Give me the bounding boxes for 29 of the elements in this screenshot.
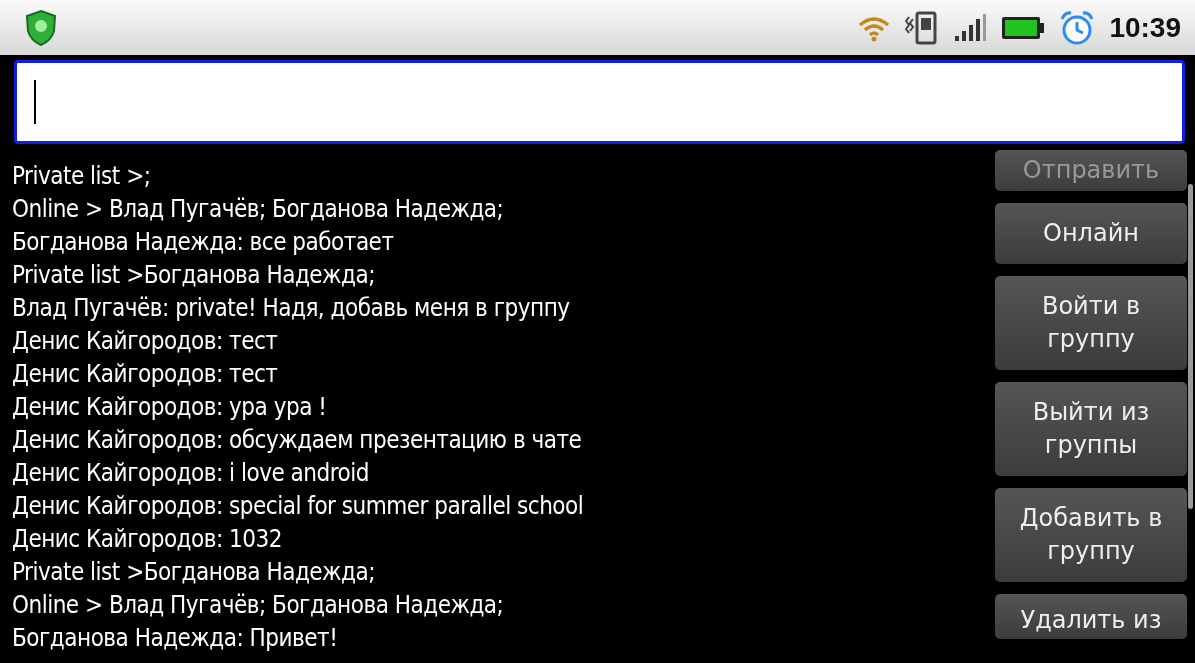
chat-message: Денис Кайгородов: ура ура ! — [12, 392, 328, 423]
action-button[interactable]: Добавить в группу — [995, 488, 1187, 582]
chat-message: Богданова Надежда: Привет! — [12, 623, 339, 654]
chat-message: Влад Пугачёв: private! Надя, добавь меня в группу — [12, 293, 571, 324]
action-button[interactable]: Войти в группу — [995, 276, 1187, 370]
action-button[interactable]: Удалить из — [995, 594, 1187, 639]
chat-message: Денис Кайгородов: тест — [12, 359, 279, 390]
clock-time: 10:39 — [1109, 11, 1181, 44]
chat-message: Денис Кайгородов: обсуждаем презентацию в чате — [12, 425, 583, 456]
shield-icon — [24, 8, 58, 47]
chat-message: Online > Влад Пугачёв; Богданова Надежда; — [12, 194, 505, 225]
chat-message: Online > Влад Пугачёв; Богданова Надежда; — [12, 590, 505, 621]
chat-message: Денис Кайгородов: тест — [12, 326, 279, 357]
chat-message: Private list >; — [12, 161, 152, 192]
chat-message: Private list >Богданова Надежда; — [12, 260, 376, 291]
signal-icon — [953, 13, 988, 42]
chat-message: Денис Кайгородов: 1032 — [12, 524, 284, 555]
action-button[interactable]: Онлайн — [995, 203, 1187, 264]
chat-message: Private list >Богданова Надежда; — [12, 557, 376, 588]
action-button[interactable]: Выйти из группы — [995, 382, 1187, 476]
alarm-clock-icon — [1059, 9, 1096, 46]
vibrate-icon — [905, 10, 940, 45]
chat-message: Денис Кайгородов: i love android — [12, 458, 370, 489]
scrollbar[interactable] — [1188, 184, 1193, 509]
text-cursor — [34, 80, 36, 124]
chat-message: Богданова Надежда: все работает — [12, 227, 395, 258]
battery-icon — [1001, 15, 1046, 40]
message-input-field[interactable] — [14, 60, 1185, 144]
chat-message: Денис Кайгородов: special for summer parallel school — [12, 491, 585, 522]
